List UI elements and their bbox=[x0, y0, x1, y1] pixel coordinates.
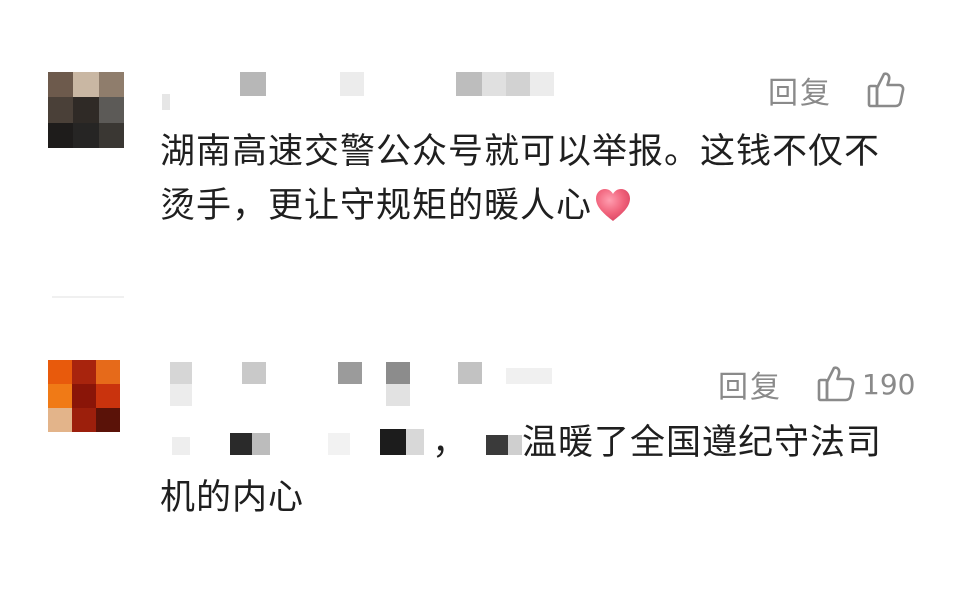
username-redacted[interactable] bbox=[160, 362, 600, 408]
avatar[interactable] bbox=[48, 360, 120, 432]
comment-text-content-line2: 机的内心 bbox=[160, 478, 305, 518]
like-count: 190 bbox=[862, 367, 916, 401]
thumbs-up-icon bbox=[817, 366, 855, 402]
comment-item-1: 回复 湖南高速交警公众号就可以举报。这钱不仅不烫手，更让守规矩的暖人心 bbox=[0, 0, 960, 296]
like-button[interactable]: 190 bbox=[816, 364, 915, 404]
like-button[interactable] bbox=[866, 70, 906, 110]
comment-actions: 回复 bbox=[768, 68, 906, 112]
redacted-text bbox=[468, 417, 523, 471]
thumbs-up-icon bbox=[867, 72, 905, 108]
heart-emoji-icon bbox=[594, 185, 632, 239]
comment-text-content: 温暖了全国遵纪守法司 bbox=[522, 423, 883, 463]
reply-button[interactable]: 回复 bbox=[768, 68, 832, 112]
comment-text-separator: ， bbox=[432, 423, 469, 463]
username-redacted[interactable] bbox=[160, 72, 600, 118]
reply-button[interactable]: 回复 bbox=[718, 362, 782, 406]
comment-actions: 回复 190 bbox=[718, 362, 915, 406]
redacted-text bbox=[160, 417, 424, 471]
comment-item-2: 回复 190 ， 温暖了全国遵纪守法司 机的内心 bbox=[0, 296, 960, 593]
comment-text: 湖南高速交警公众号就可以举报。这钱不仅不烫手，更让守规矩的暖人心 bbox=[160, 125, 890, 239]
avatar[interactable] bbox=[48, 72, 124, 148]
comment-text-content: 湖南高速交警公众号就可以举报。这钱不仅不烫手，更让守规矩的暖人心 bbox=[160, 132, 881, 226]
comment-text: ， 温暖了全国遵纪守法司 机的内心 bbox=[160, 416, 890, 525]
